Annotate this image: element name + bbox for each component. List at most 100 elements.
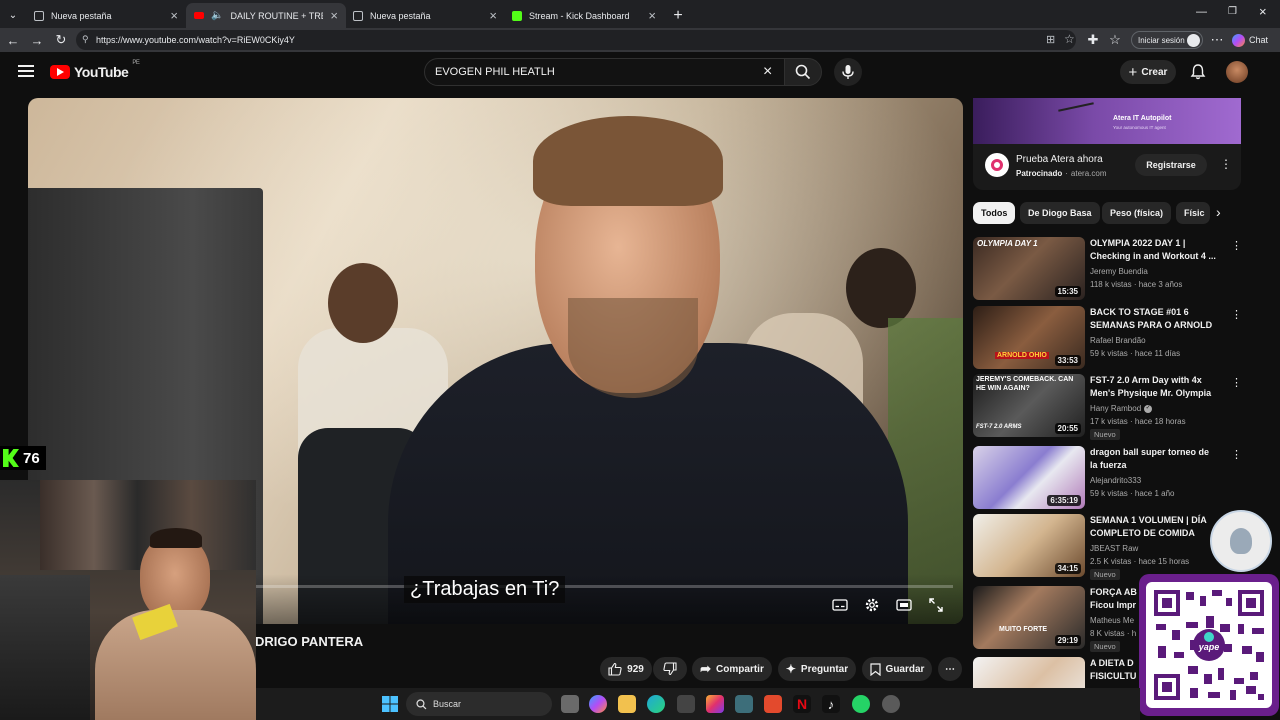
ad-banner-image[interactable]: Atera IT Autopilot Your autonomous IT ag… [973, 98, 1241, 144]
store-icon[interactable] [677, 695, 695, 713]
tab-2[interactable]: 🔈 DAILY ROUTINE + TREINO CO × [186, 3, 346, 28]
dislike-button[interactable] [653, 657, 687, 681]
close-icon[interactable]: × [170, 8, 178, 23]
search-button[interactable] [784, 58, 822, 86]
address-bar[interactable]: ⚲ https://www.youtube.com/watch?v=RiEW0C… [76, 30, 1076, 50]
related-video[interactable]: 6:35:19 dragon ball super torneo de la f… [973, 446, 1242, 510]
video-channel[interactable]: Jeremy Buendia [1090, 265, 1148, 278]
taskbar-search[interactable]: Buscar [406, 692, 552, 716]
video-channel-row[interactable]: Hany Rambod ✓ [1090, 402, 1153, 415]
account-avatar[interactable] [1226, 61, 1248, 83]
create-label: Crear [1141, 66, 1168, 78]
captions-button[interactable] [830, 596, 850, 614]
ad-more-button[interactable]: ⋮ [1220, 157, 1232, 171]
favorites-button[interactable]: ☆ [1106, 31, 1124, 49]
tab-4[interactable]: Stream - Kick Dashboard × [504, 3, 664, 28]
video-channel[interactable]: Alejandrito333 [1090, 474, 1141, 487]
copilot-chat-button[interactable]: Chat [1232, 31, 1274, 49]
star-icon[interactable]: ☆ [1064, 32, 1075, 46]
forward-button[interactable]: → [28, 31, 46, 49]
streamer-webcam [0, 480, 256, 720]
start-button[interactable] [381, 695, 399, 713]
site-info-icon[interactable]: ⚲ [82, 34, 89, 45]
like-button[interactable]: 929 [600, 657, 652, 681]
signin-button[interactable]: Iniciar sesión [1131, 31, 1203, 49]
tiktok-icon[interactable]: ♪ [822, 695, 840, 713]
edge-icon[interactable] [647, 695, 665, 713]
video-channel[interactable]: Matheus Me [1090, 614, 1134, 627]
theater-mode-button[interactable] [894, 596, 914, 614]
video-thumbnail[interactable]: JEREMY'S COMEBACK. CAN HE WIN AGAIN? FST… [973, 374, 1085, 437]
ad-banner-text: Atera IT Autopilot [1113, 115, 1172, 122]
install-app-icon[interactable]: ⊞ [1046, 33, 1055, 46]
close-icon[interactable]: × [489, 8, 497, 23]
video-thumbnail[interactable]: 34:15 [973, 514, 1085, 577]
ad-title[interactable]: Prueba Atera ahora [1016, 154, 1103, 165]
chips-next-button[interactable]: › [1216, 204, 1221, 220]
atera-logo[interactable] [985, 153, 1009, 177]
back-button[interactable]: ← [4, 31, 22, 49]
tab-search-button[interactable]: ⌄ [4, 3, 22, 28]
share-button[interactable]: ➦ Compartir [692, 657, 772, 681]
reload-button[interactable]: ↻ [52, 31, 70, 49]
chip-weight[interactable]: Peso (física) [1102, 202, 1172, 224]
menu-button[interactable]: ⋯ [1208, 31, 1226, 49]
related-video[interactable]: OLYMPIA DAY 1 15:35 OLYMPIA 2022 DAY 1 |… [973, 237, 1242, 301]
video-channel[interactable]: Hany Rambod [1090, 402, 1141, 415]
theater-icon [896, 599, 912, 611]
video-thumbnail[interactable] [973, 657, 1085, 688]
notifications-button[interactable] [1189, 63, 1207, 81]
related-video[interactable]: JEREMY'S COMEBACK. CAN HE WIN AGAIN? FST… [973, 374, 1242, 440]
close-icon[interactable]: × [648, 8, 656, 23]
whatsapp-icon[interactable] [852, 695, 870, 713]
chrome-icon[interactable] [882, 695, 900, 713]
extensions-button[interactable]: ✚ [1084, 31, 1102, 49]
video-channel[interactable]: JBEAST Raw [1090, 542, 1138, 555]
taskbar-search-placeholder: Buscar [433, 699, 462, 709]
more-actions-button[interactable]: ⋯ [938, 657, 962, 681]
settings-button[interactable] [862, 596, 882, 614]
close-icon[interactable]: × [330, 8, 338, 23]
office-app-icon[interactable] [764, 695, 782, 713]
voice-search-button[interactable] [834, 58, 862, 86]
video-more-button[interactable]: ⋮ [1231, 448, 1242, 461]
video-thumbnail[interactable]: 6:35:19 [973, 446, 1085, 509]
video-more-button[interactable]: ⋮ [1231, 376, 1242, 389]
hamburger-menu-button[interactable] [18, 64, 34, 78]
speaker-icon[interactable]: 🔈 [211, 10, 223, 21]
file-explorer-icon[interactable] [618, 695, 636, 713]
tab-3[interactable]: Nueva pestaña × [345, 3, 505, 28]
fullscreen-button[interactable] [926, 596, 946, 614]
video-channel[interactable]: Rafael Brandão [1090, 334, 1146, 347]
photos-icon[interactable] [735, 695, 753, 713]
url-text: https://www.youtube.com/watch?v=RiEW0CKi… [96, 35, 295, 45]
chip-all[interactable]: Todos [973, 202, 1016, 224]
related-video[interactable]: 34:15 SEMANA 1 VOLUMEN | DÍA COMPLETO DE… [973, 514, 1241, 580]
new-tab-button[interactable]: + [668, 3, 688, 28]
video-more-button[interactable]: ⋮ [1231, 239, 1242, 252]
video-more-button[interactable]: ⋮ [1231, 308, 1242, 321]
copilot-icon[interactable] [589, 695, 607, 713]
window-close-button[interactable]: × [1259, 4, 1267, 19]
search-input[interactable]: EVOGEN PHIL HEATLH × [424, 58, 786, 86]
search-icon [416, 698, 427, 709]
related-video[interactable]: ARNOLD OHIO 33:53 BACK TO STAGE #01 6 SE… [973, 306, 1242, 370]
instagram-icon[interactable] [706, 695, 724, 713]
task-view-icon[interactable] [561, 695, 579, 713]
video-thumbnail[interactable]: ARNOLD OHIO 33:53 [973, 306, 1085, 369]
ask-button[interactable]: ✦ Preguntar [778, 657, 856, 681]
register-button[interactable]: Registrarse [1135, 154, 1207, 176]
chip-physics[interactable]: Físic [1176, 202, 1210, 224]
clear-search-icon[interactable]: × [763, 63, 772, 81]
badge-face-shape [1230, 528, 1252, 554]
save-button[interactable]: Guardar [862, 657, 932, 681]
video-thumbnail[interactable]: MUITO FORTE 29:19 [973, 586, 1085, 649]
create-button[interactable]: + Crear [1120, 60, 1176, 84]
minimize-button[interactable]: — [1196, 6, 1207, 18]
tab-1[interactable]: Nueva pestaña × [26, 3, 186, 28]
maximize-button[interactable]: ❐ [1228, 6, 1237, 17]
youtube-logo[interactable]: YouTube PE [50, 60, 140, 80]
netflix-icon[interactable]: N [793, 695, 811, 713]
video-thumbnail[interactable]: OLYMPIA DAY 1 15:35 [973, 237, 1085, 300]
chip-channel[interactable]: De Diogo Basa [1020, 202, 1100, 224]
